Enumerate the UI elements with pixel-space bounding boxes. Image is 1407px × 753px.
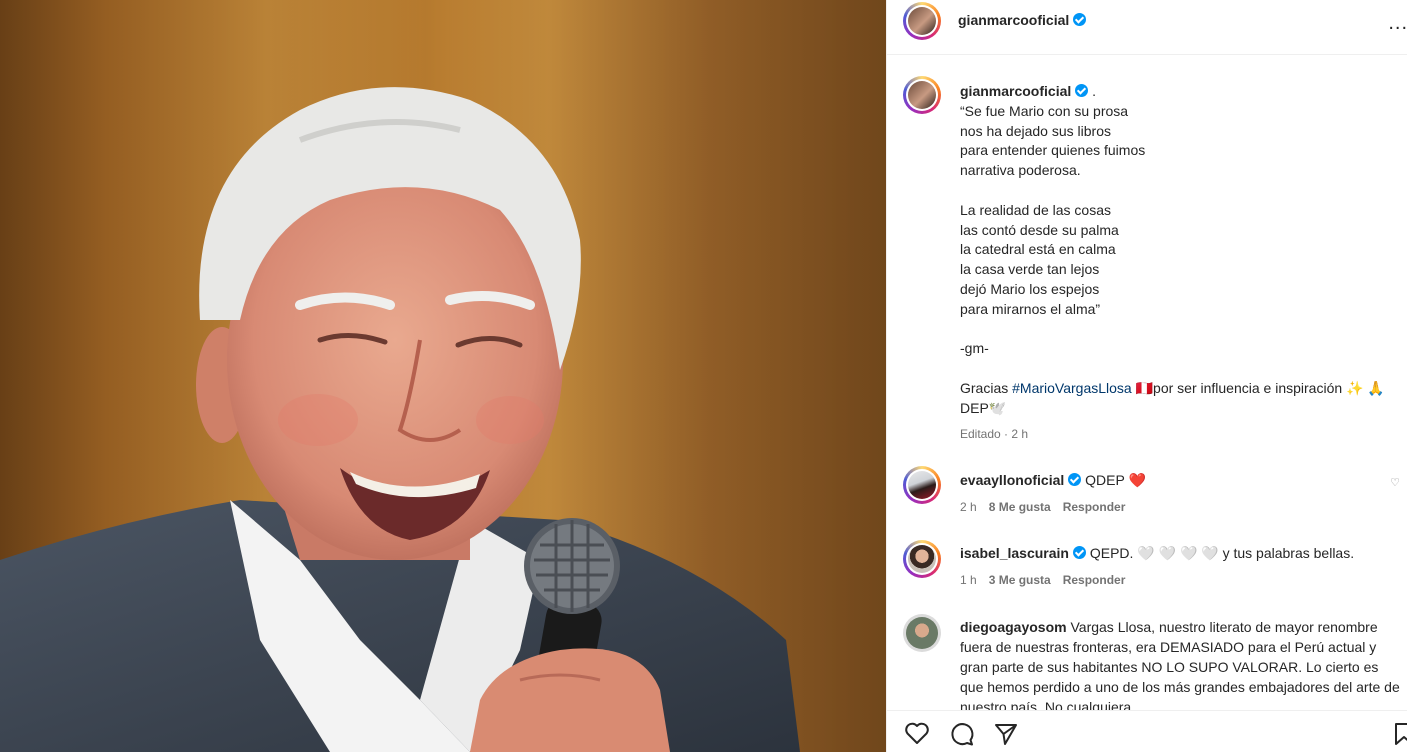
caption-suffix: . <box>1088 83 1097 99</box>
save-bookmark-icon[interactable] <box>1393 721 1407 747</box>
comment-item: evaayllonoficial QDEP ❤️ 2 h 8 Me gusta Re… <box>960 470 1400 517</box>
comment-reply-button[interactable]: Responder <box>1063 500 1126 514</box>
caption-thanks-suffix: 🇵🇪por ser influencia e inspiración ✨ 🙏 <box>1131 379 1385 396</box>
post-detail-panel: gianmarcooficial ... gianmarcooficial . … <box>886 0 1407 753</box>
comment-like-icon[interactable]: ♡ <box>1390 476 1400 489</box>
caption-edited-time: Editado · 2 h <box>960 426 1029 441</box>
comment-username[interactable]: evaayllonoficial <box>960 472 1064 488</box>
comment-time[interactable]: 1 h <box>960 573 977 587</box>
caption-line: las contó desde su palma <box>960 221 1119 238</box>
like-heart-icon[interactable] <box>904 721 930 745</box>
comment-username[interactable]: diegoagayosom <box>960 619 1067 635</box>
caption-thanks-prefix: Gracias <box>960 379 1013 396</box>
caption-line: dejó Mario los espejos <box>960 280 1100 297</box>
caption-line: “Se fue Mario con su prosa <box>960 102 1129 119</box>
commenter-avatar[interactable] <box>903 540 941 578</box>
verified-icon <box>1068 473 1082 486</box>
comment-item: isabel_lascurain QEPD. 🤍 🤍 🤍 🤍 y tus pal… <box>960 543 1400 590</box>
caption-line <box>960 320 1400 340</box>
caption-avatar[interactable] <box>903 76 941 114</box>
caption-line: -gm- <box>960 340 989 357</box>
comment-time[interactable]: 2 h <box>960 500 977 514</box>
header-username[interactable]: gianmarcooficial <box>958 12 1069 28</box>
comment-bubble-icon[interactable] <box>949 721 975 747</box>
red-heart-emoji: ❤️ <box>1128 472 1146 488</box>
comment-text: QEPD. 🤍 🤍 🤍 🤍 y tus palabras bellas. <box>1085 545 1355 561</box>
post-action-bar <box>887 710 1407 753</box>
commenter-avatar[interactable] <box>903 614 941 652</box>
comment-likes[interactable]: 3 Me gusta <box>989 573 1051 587</box>
post-header: gianmarcooficial ... <box>887 0 1407 55</box>
hashtag-link[interactable]: #MarioVargasLlosa <box>1012 380 1132 396</box>
comment-username[interactable]: isabel_lascurain <box>960 545 1069 561</box>
caption-line: para entender quienes fuimos <box>960 142 1146 159</box>
caption-line: narrativa poderosa. <box>960 162 1081 179</box>
share-paper-plane-icon[interactable] <box>993 721 1019 747</box>
post-image[interactable] <box>0 0 886 752</box>
verified-icon <box>1075 84 1089 97</box>
comment-reply-button[interactable]: Responder <box>1063 573 1126 587</box>
commenter-avatar[interactable] <box>903 466 941 504</box>
caption-dep: DEP🕊️ <box>960 399 1007 416</box>
caption-line: nos ha dejado sus libros <box>960 122 1111 139</box>
caption-line: La realidad de las cosas <box>960 201 1111 218</box>
caption-username[interactable]: gianmarcooficial <box>960 83 1071 99</box>
caption-line: la casa verde tan lejos <box>960 261 1100 278</box>
comment-item: diegoagayosom Vargas Llosa, nuestro lite… <box>960 617 1400 717</box>
post-caption: gianmarcooficial . “Se fue Mario con su … <box>960 82 1400 444</box>
more-options-icon[interactable]: ... <box>1388 12 1407 35</box>
caption-line: para mirarnos el alma” <box>960 300 1101 317</box>
caption-line <box>960 181 1400 201</box>
caption-line <box>960 359 1400 379</box>
caption-line: la catedral está en calma <box>960 241 1116 258</box>
post-image-illustration <box>0 0 886 752</box>
comment-likes[interactable]: 8 Me gusta <box>989 500 1051 514</box>
comment-text: QDEP <box>1081 472 1129 488</box>
verified-icon <box>1072 546 1086 559</box>
author-avatar[interactable] <box>903 2 941 40</box>
verified-icon <box>1073 13 1087 26</box>
